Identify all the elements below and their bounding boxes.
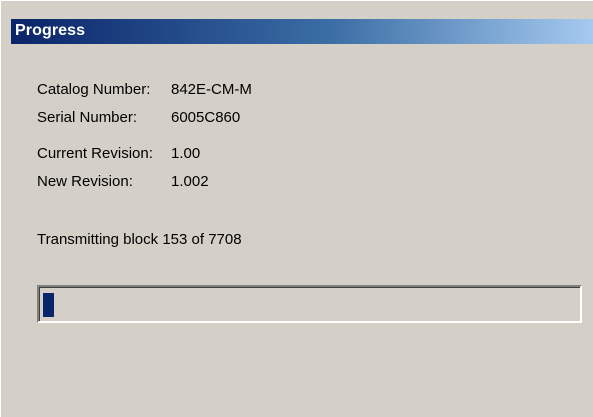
new-revision-row: New Revision: 1.002: [1, 173, 593, 193]
serial-number-value: 6005C860: [171, 109, 241, 126]
serial-number-row: Serial Number: 6005C860: [1, 109, 593, 129]
title-bar[interactable]: Progress: [11, 19, 593, 44]
current-revision-label: Current Revision:: [37, 145, 153, 162]
catalog-number-label: Catalog Number:: [37, 81, 151, 98]
new-revision-label: New Revision:: [37, 173, 133, 190]
current-revision-row: Current Revision: 1.00: [1, 145, 593, 165]
current-revision-value: 1.00: [171, 145, 201, 162]
window-title: Progress: [15, 22, 86, 39]
progress-bar-fill: [43, 293, 54, 317]
serial-number-label: Serial Number:: [37, 109, 138, 126]
transmission-status: Transmitting block 153 of 7708: [37, 231, 242, 248]
catalog-number-row: Catalog Number: 842E-CM-M: [1, 81, 593, 101]
progress-bar: [37, 285, 582, 323]
catalog-number-value: 842E-CM-M: [171, 81, 252, 98]
new-revision-value: 1.002: [171, 173, 209, 190]
progress-dialog: Progress Catalog Number: 842E-CM-M Seria…: [0, 0, 593, 417]
